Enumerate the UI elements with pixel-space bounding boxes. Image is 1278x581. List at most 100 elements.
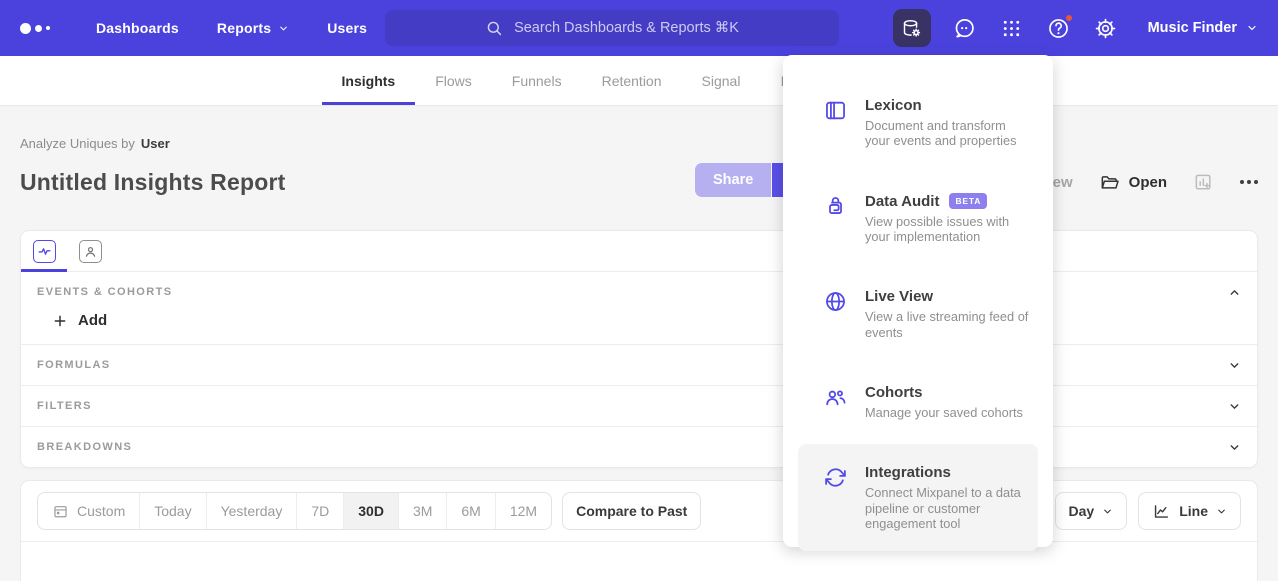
tab-insights[interactable]: Insights [322, 56, 416, 105]
section-events-cohorts[interactable]: EVENTS & COHORTS [21, 272, 1257, 299]
range-yesterday[interactable]: Yesterday [207, 493, 298, 529]
chevron-down-icon [1102, 506, 1113, 517]
chevron-up-icon[interactable] [1228, 285, 1241, 299]
query-builder-card: EVENTS & COHORTS Add FORMULAS FILTERS BR… [20, 230, 1258, 468]
query-builder-tabs [21, 231, 1257, 272]
menu-item-title: Lexicon [865, 97, 1030, 114]
active-tab-underline [21, 269, 67, 272]
mixpanel-logo[interactable] [20, 23, 50, 34]
chevron-down-icon [1216, 506, 1227, 517]
integrations-sync-icon [823, 464, 848, 531]
analyze-by-selector[interactable]: User [141, 136, 170, 151]
add-to-dashboard-icon[interactable] [1193, 172, 1214, 193]
workspace-selector[interactable]: Music Finder [1148, 20, 1258, 36]
tab-signal[interactable]: Signal [682, 56, 761, 105]
interval-label: Day [1069, 503, 1095, 519]
apps-grid-icon[interactable] [999, 15, 1025, 41]
pulse-chart-icon [36, 243, 53, 260]
analyze-label: Analyze Uniques by [20, 136, 135, 151]
line-chart-icon [1152, 502, 1171, 521]
tab-flows[interactable]: Flows [415, 56, 492, 105]
chart-type-label: Line [1179, 503, 1208, 519]
menu-item-integrations[interactable]: Integrations Connect Mixpanel to a data … [798, 444, 1038, 551]
search-icon [485, 19, 504, 38]
nav-dashboards[interactable]: Dashboards [96, 20, 179, 36]
data-management-icon[interactable] [893, 9, 931, 47]
page-title[interactable]: Untitled Insights Report [20, 169, 285, 196]
menu-item-title: Cohorts [865, 384, 1023, 401]
top-nav: Dashboards Reports Users [96, 20, 367, 36]
menu-item-lexicon[interactable]: Lexicon Document and transform your even… [783, 75, 1053, 171]
section-label: FORMULAS [37, 359, 111, 371]
chart-controls-row: Custom Today Yesterday 7D 30D 3M 6M 12M … [21, 481, 1257, 542]
range-today[interactable]: Today [140, 493, 206, 529]
beta-badge: BETA [949, 193, 987, 209]
range-3m[interactable]: 3M [399, 493, 447, 529]
section-label: EVENTS & COHORTS [37, 286, 172, 298]
person-icon [83, 244, 98, 259]
interval-selector[interactable]: Day [1055, 492, 1128, 530]
tab-retention[interactable]: Retention [582, 56, 682, 105]
open-report-button[interactable]: Open [1099, 172, 1167, 193]
range-7d[interactable]: 7D [297, 493, 344, 529]
profiles-query-tab[interactable] [79, 240, 102, 263]
tab-funnels[interactable]: Funnels [492, 56, 582, 105]
help-icon[interactable] [1046, 15, 1072, 41]
menu-item-description: Document and transform your events and p… [865, 118, 1030, 149]
feedback-icon[interactable] [952, 15, 978, 41]
section-breakdowns[interactable]: BREAKDOWNS [21, 426, 1257, 467]
chevron-down-icon [278, 23, 289, 34]
range-custom[interactable]: Custom [38, 493, 140, 529]
chevron-down-icon[interactable] [1228, 399, 1241, 413]
chevron-down-icon[interactable] [1228, 440, 1241, 454]
range-30d[interactable]: 30D [344, 493, 399, 529]
date-controls: Custom Today Yesterday 7D 30D 3M 6M 12M … [37, 492, 701, 530]
share-button[interactable]: Share [695, 163, 771, 197]
search-input[interactable]: Search Dashboards & Reports ⌘K [385, 10, 839, 46]
data-management-dropdown: Lexicon Document and transform your even… [783, 55, 1053, 547]
nav-reports-label: Reports [217, 20, 271, 36]
range-6m[interactable]: 6M [447, 493, 495, 529]
add-label: Add [78, 312, 107, 329]
date-range-segments: Custom Today Yesterday 7D 30D 3M 6M 12M [37, 492, 552, 530]
menu-item-title: Data Audit [865, 193, 939, 210]
menu-item-description: Connect Mixpanel to a data pipeline or c… [865, 485, 1029, 531]
report-header: Untitled Insights Report Share New Open [20, 160, 1258, 204]
chevron-down-icon[interactable] [1228, 358, 1241, 372]
menu-item-data-audit[interactable]: Data Audit BETA View possible issues wit… [783, 171, 1053, 267]
menu-item-cohorts[interactable]: Cohorts Manage your saved cohorts [783, 362, 1053, 442]
chevron-down-icon [1246, 22, 1258, 34]
menu-item-title: Live View [865, 288, 1033, 305]
range-12m[interactable]: 12M [496, 493, 551, 529]
more-options-icon[interactable] [1240, 180, 1258, 184]
chart-controls-card: Custom Today Yesterday 7D 30D 3M 6M 12M … [20, 480, 1258, 581]
menu-item-live-view[interactable]: Live View View a live streaming feed of … [783, 266, 1053, 362]
topbar-actions: Music Finder [893, 0, 1258, 56]
menu-item-description: View possible issues with your implement… [865, 214, 1033, 245]
menu-item-description: Manage your saved cohorts [865, 405, 1023, 420]
menu-item-title: Integrations [865, 464, 1029, 481]
section-filters[interactable]: FILTERS [21, 385, 1257, 426]
nav-users[interactable]: Users [327, 20, 367, 36]
search-placeholder: Search Dashboards & Reports ⌘K [514, 20, 739, 36]
chart-query-tab[interactable] [33, 240, 56, 263]
compare-to-past-button[interactable]: Compare to Past [562, 492, 701, 530]
notification-dot [1064, 13, 1074, 23]
chart-type-selector[interactable]: Line [1138, 492, 1241, 530]
add-event-button[interactable]: Add [52, 312, 122, 329]
folder-open-icon [1099, 172, 1120, 193]
open-label: Open [1129, 174, 1167, 191]
workspace-name: Music Finder [1148, 20, 1237, 36]
live-view-globe-icon [823, 288, 848, 340]
nav-reports[interactable]: Reports [217, 20, 289, 36]
report-actions: New Open [1042, 172, 1258, 193]
settings-gear-icon[interactable] [1093, 15, 1119, 41]
report-tabs: Insights Flows Funnels Retention Signal … [0, 56, 1278, 106]
data-audit-icon [823, 193, 848, 245]
section-formulas[interactable]: FORMULAS [21, 344, 1257, 385]
top-bar: Dashboards Reports Users Search Dashboar… [0, 0, 1278, 56]
menu-item-description: View a live streaming feed of events [865, 309, 1033, 340]
plus-icon [52, 313, 68, 329]
section-label: FILTERS [37, 400, 92, 412]
breadcrumb: Analyze Uniques by User [20, 106, 1258, 151]
